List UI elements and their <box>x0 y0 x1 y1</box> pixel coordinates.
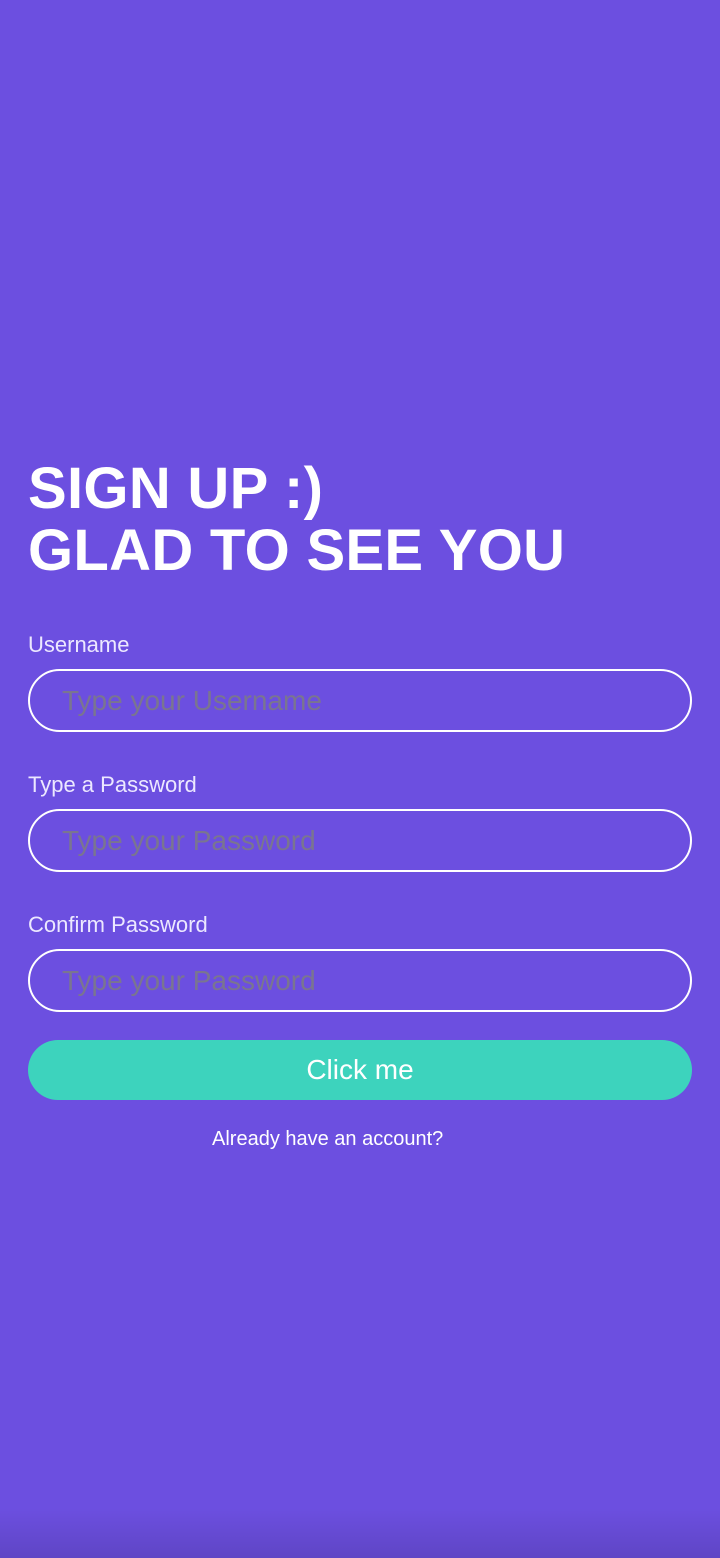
username-input[interactable] <box>60 683 690 718</box>
bottom-shade <box>0 1508 720 1558</box>
confirm-password-input[interactable] <box>60 963 690 998</box>
title-line-2: GLAD TO SEE YOU <box>28 518 566 583</box>
submit-button[interactable]: Click me <box>28 1040 692 1100</box>
password-label: Type a Password <box>28 772 197 797</box>
username-field-wrapper <box>28 669 692 732</box>
password-input[interactable] <box>60 823 690 858</box>
page-title: SIGN UP :) GLAD TO SEE YOU <box>28 458 692 582</box>
password-field-wrapper <box>28 809 692 872</box>
signup-form: SIGN UP :) GLAD TO SEE YOU Username Type… <box>28 458 692 1151</box>
title-line-1: SIGN UP :) <box>28 456 324 521</box>
username-label: Username <box>28 632 130 657</box>
login-link[interactable]: Already have an account? <box>28 1127 692 1151</box>
confirm-password-field-wrapper <box>28 949 692 1012</box>
confirm-password-label: Confirm Password <box>28 912 208 937</box>
